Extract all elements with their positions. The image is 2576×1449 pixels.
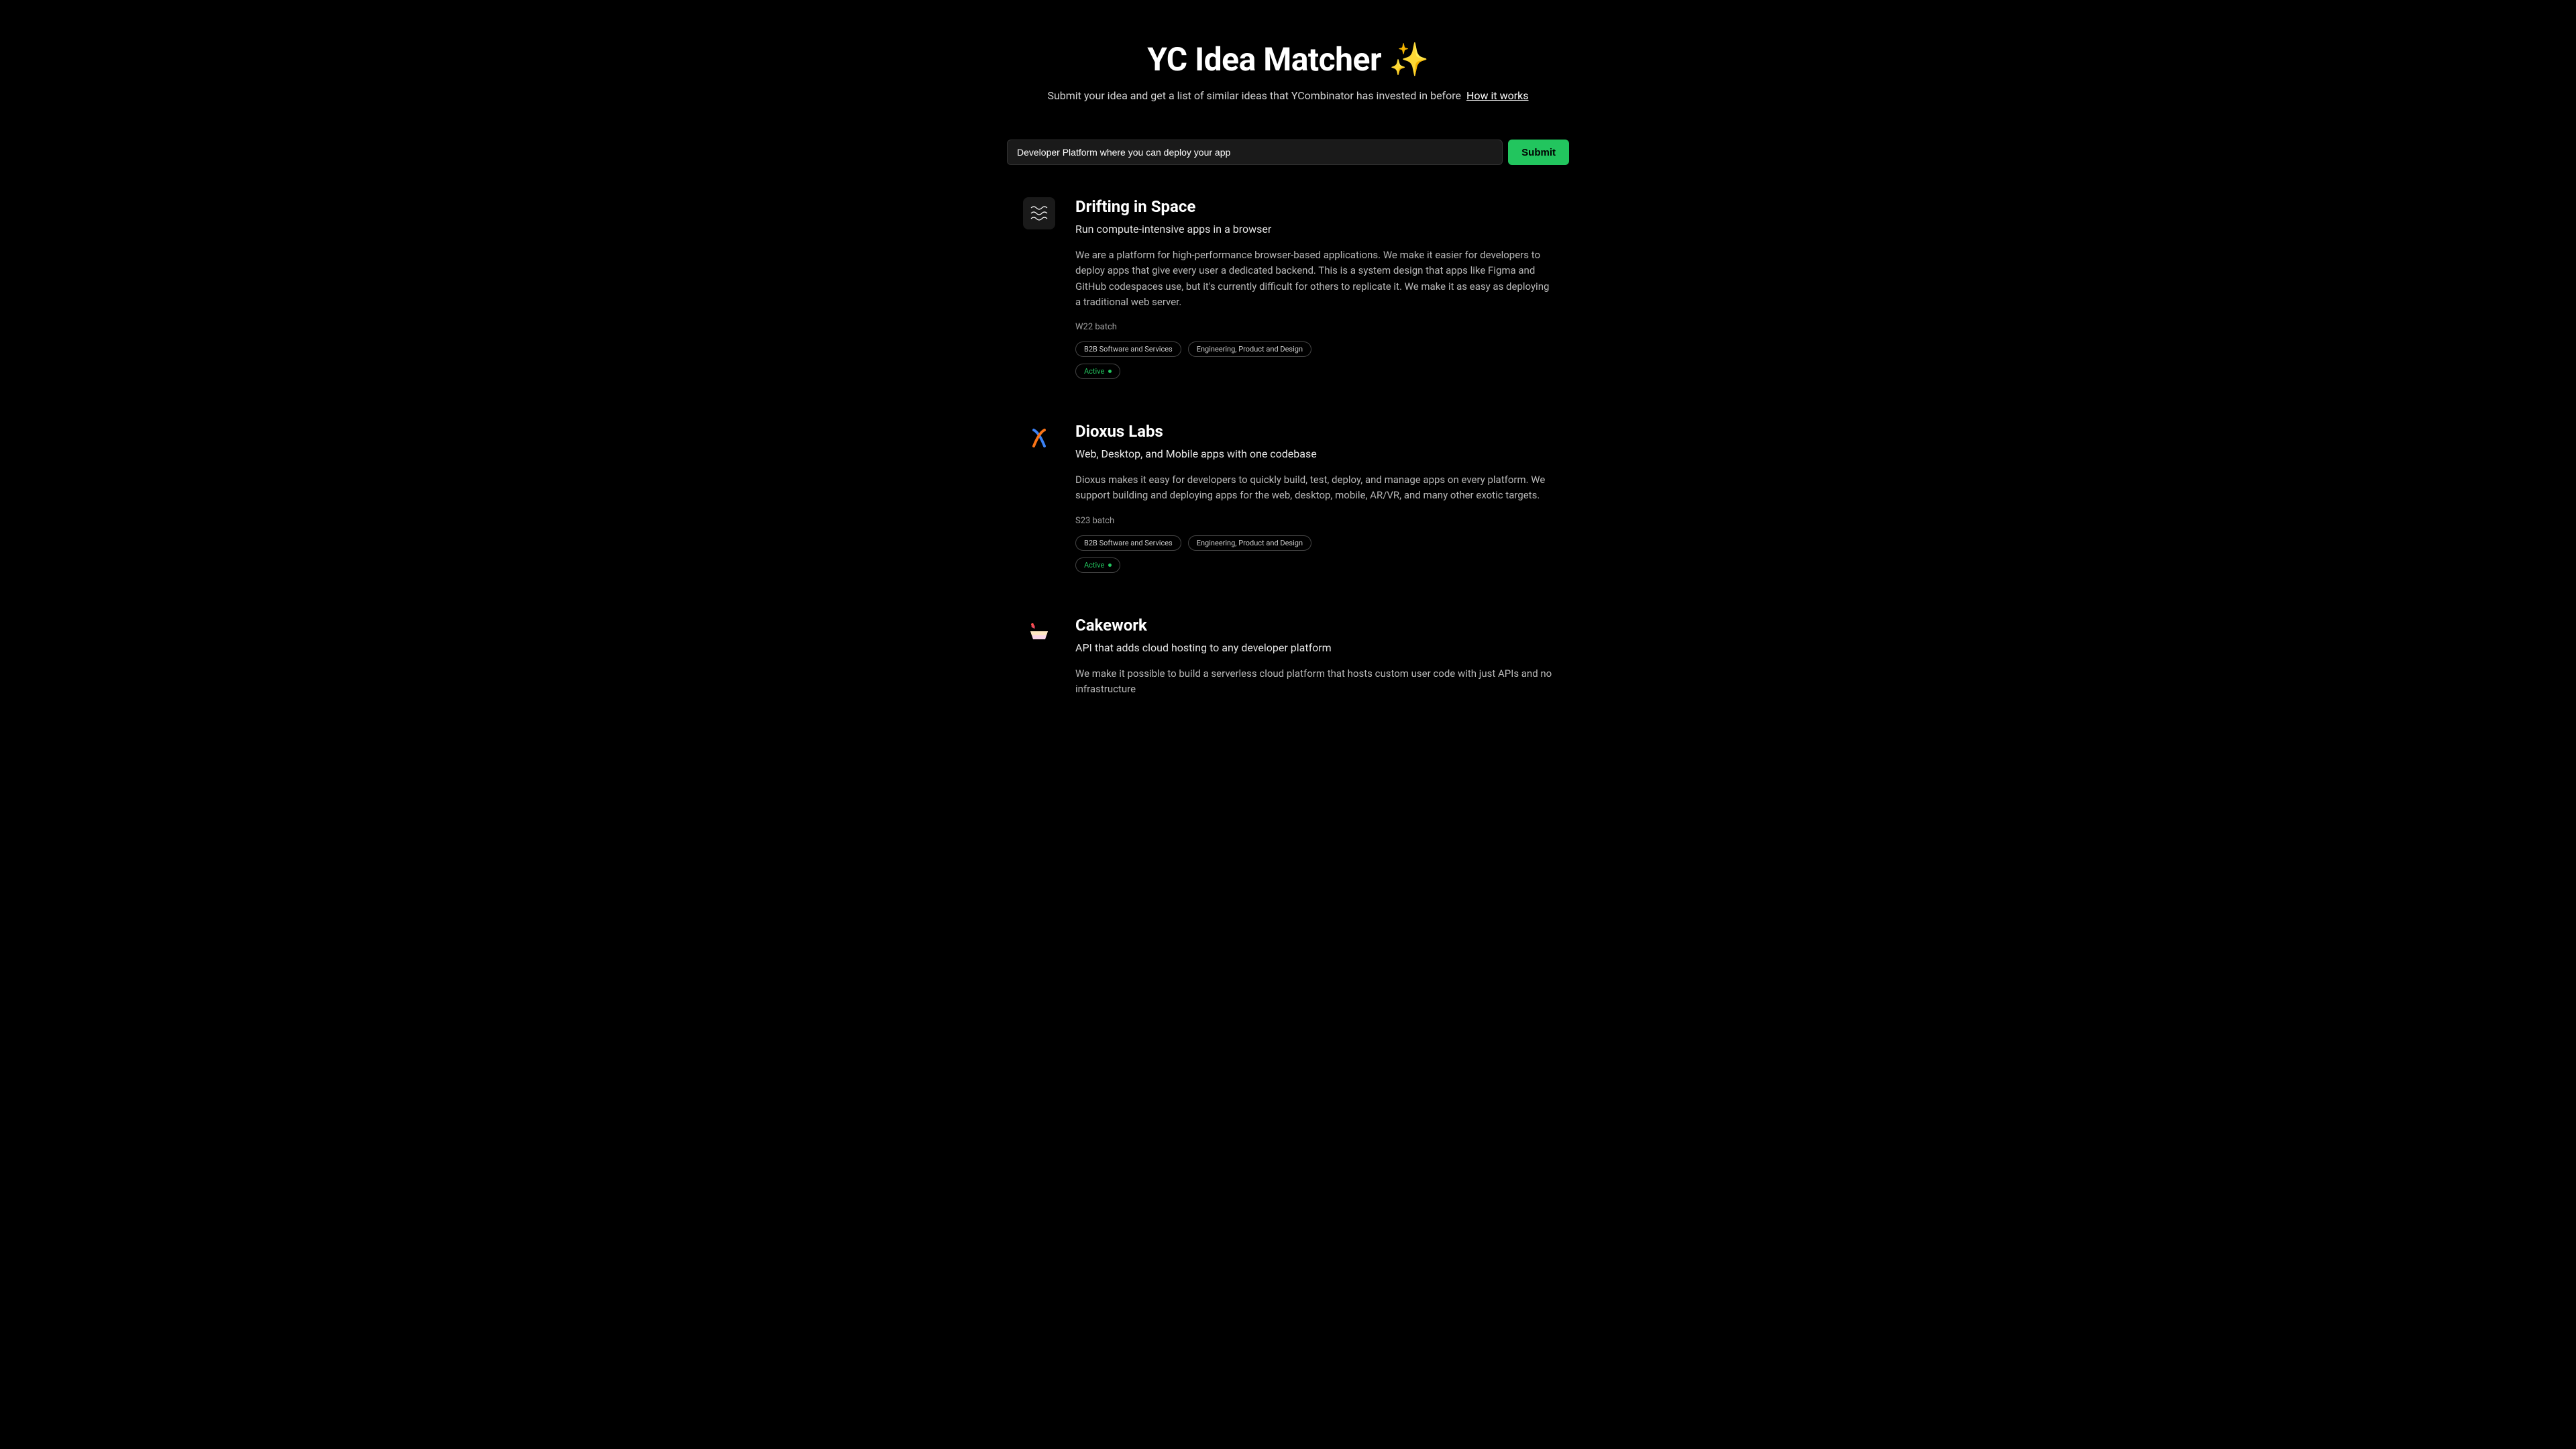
company-description: We are a platform for high-performance b… bbox=[1075, 248, 1553, 310]
status-label: Active bbox=[1084, 561, 1104, 570]
category-tag: B2B Software and Services bbox=[1075, 535, 1181, 551]
result-content: Drifting in Space Run compute-intensive … bbox=[1075, 197, 1553, 379]
page-header: YC Idea Matcher ✨ Submit your idea and g… bbox=[1007, 40, 1569, 102]
company-logo-icon bbox=[1023, 422, 1055, 454]
company-tagline: API that adds cloud hosting to any devel… bbox=[1075, 641, 1553, 654]
company-tagline: Web, Desktop, and Mobile apps with one c… bbox=[1075, 447, 1553, 460]
batch-label: S23 batch bbox=[1075, 516, 1553, 526]
result-card: Cakework API that adds cloud hosting to … bbox=[1023, 616, 1553, 710]
page-title: YC Idea Matcher ✨ bbox=[1007, 40, 1569, 78]
company-name: Cakework bbox=[1075, 616, 1553, 635]
category-tag: B2B Software and Services bbox=[1075, 341, 1181, 357]
company-name: Drifting in Space bbox=[1075, 197, 1553, 216]
category-tag: Engineering, Product and Design bbox=[1188, 535, 1311, 551]
tags-row: B2B Software and Services Engineering, P… bbox=[1075, 341, 1553, 357]
status-badge: Active bbox=[1075, 557, 1120, 573]
company-tagline: Run compute-intensive apps in a browser bbox=[1075, 223, 1553, 235]
results-list: Drifting in Space Run compute-intensive … bbox=[1007, 197, 1569, 709]
batch-label: W22 batch bbox=[1075, 322, 1553, 332]
company-logo-icon bbox=[1023, 197, 1055, 229]
result-content: Cakework API that adds cloud hosting to … bbox=[1075, 616, 1553, 710]
search-row: Submit bbox=[1007, 140, 1569, 165]
status-label: Active bbox=[1084, 367, 1104, 376]
tags-row: B2B Software and Services Engineering, P… bbox=[1075, 535, 1553, 551]
company-logo-icon bbox=[1023, 616, 1055, 648]
idea-input[interactable] bbox=[1007, 140, 1503, 165]
result-card: Drifting in Space Run compute-intensive … bbox=[1023, 197, 1553, 379]
result-content: Dioxus Labs Web, Desktop, and Mobile app… bbox=[1075, 422, 1553, 573]
how-it-works-link[interactable]: How it works bbox=[1466, 89, 1529, 102]
page-subtitle: Submit your idea and get a list of simil… bbox=[1007, 89, 1569, 102]
company-description: We make it possible to build a serverles… bbox=[1075, 666, 1553, 698]
status-dot-icon bbox=[1108, 370, 1112, 373]
category-tag: Engineering, Product and Design bbox=[1188, 341, 1311, 357]
status-badge: Active bbox=[1075, 364, 1120, 379]
submit-button[interactable]: Submit bbox=[1508, 140, 1569, 165]
company-name: Dioxus Labs bbox=[1075, 422, 1553, 441]
company-description: Dioxus makes it easy for developers to q… bbox=[1075, 472, 1553, 504]
status-dot-icon bbox=[1108, 564, 1112, 567]
result-card: Dioxus Labs Web, Desktop, and Mobile app… bbox=[1023, 422, 1553, 573]
